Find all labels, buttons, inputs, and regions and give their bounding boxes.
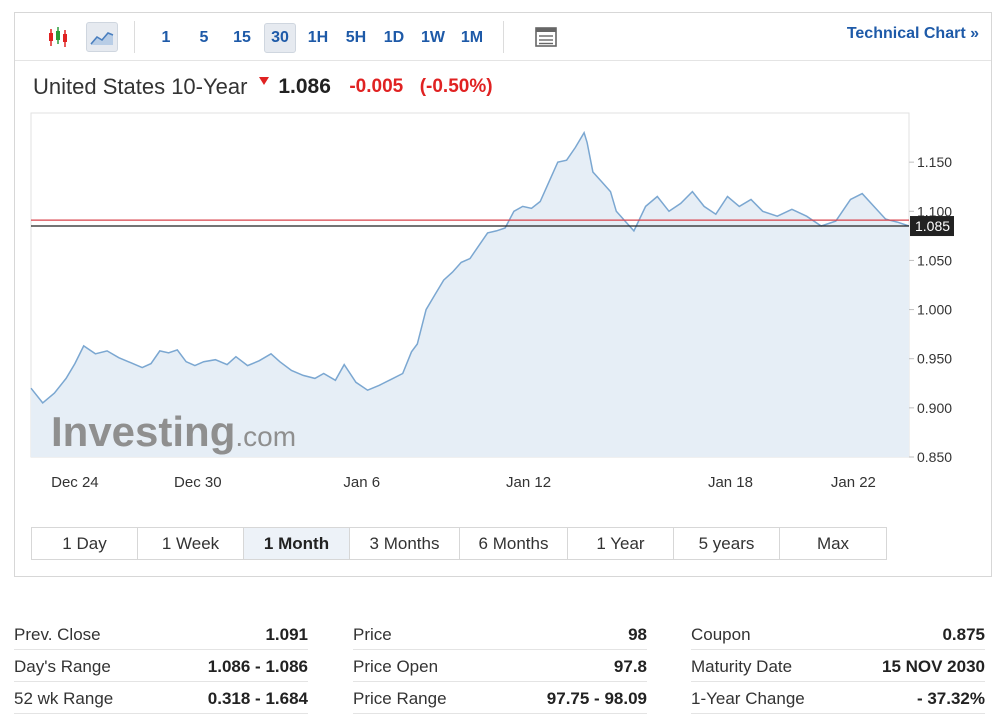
x-tick-label: Jan 22: [831, 474, 876, 491]
watermark-suffix: .com: [235, 421, 296, 452]
stats-column-3: Coupon 0.875 Maturity Date 15 NOV 2030 1-Yea…: [691, 618, 985, 714]
x-tick-label: Jan 12: [506, 474, 551, 491]
stats-column-1: Prev. Close 1.091 Day's Range 1.086 - 1.086…: [14, 618, 308, 714]
y-tick-label: 0.900: [917, 400, 952, 416]
range-button-1-week[interactable]: 1 Week: [138, 528, 244, 559]
range-button-max[interactable]: Max: [780, 528, 886, 559]
stat-value: 15 NOV 2030: [881, 657, 985, 676]
time-range-selector: 1 Day 1 Week 1 Month 3 Months 6 Months 1 Year…: [31, 527, 887, 560]
stat-row: 52 wk Range 0.318 - 1.684: [14, 682, 308, 714]
stat-row: Day's Range 1.086 - 1.086: [14, 650, 308, 682]
stat-row: Maturity Date 15 NOV 2030: [691, 650, 985, 682]
y-tick-label: 1.150: [917, 154, 952, 170]
stat-label: Maturity Date: [691, 657, 793, 676]
stat-label: Prev. Close: [14, 625, 101, 644]
stat-row: Price 98: [353, 618, 647, 650]
range-button-1-year[interactable]: 1 Year: [568, 528, 674, 559]
price-chart[interactable]: Investing.com 0.850 0.900 0.950 1.000 1.050 1…: [15, 13, 991, 513]
stat-row: Price Open 97.8: [353, 650, 647, 682]
stat-value: 97.75 - 98.09: [546, 689, 647, 708]
stat-label: 1-Year Change: [691, 689, 805, 708]
range-button-1-month[interactable]: 1 Month: [244, 528, 350, 559]
stat-value: 97.8: [613, 657, 647, 676]
stat-row: 1-Year Change - 37.32%: [691, 682, 985, 714]
x-tick-label: Jan 6: [343, 474, 380, 491]
stat-value: 0.318 - 1.684: [207, 689, 308, 708]
stat-value: 1.091: [265, 625, 308, 644]
stat-label: Price: [353, 625, 392, 644]
chart-widget: 1 5 15 30 1H 5H 1D 1W 1M Technical Chart…: [14, 12, 992, 577]
stat-value: 0.875: [942, 625, 985, 644]
stat-label: Coupon: [691, 625, 751, 644]
range-button-1-day[interactable]: 1 Day: [32, 528, 138, 559]
stat-value: 1.086 - 1.086: [207, 657, 308, 676]
stat-label: Price Open: [353, 657, 439, 676]
stat-label: 52 wk Range: [14, 689, 114, 708]
stat-row: Price Range 97.75 - 98.09: [353, 682, 647, 714]
y-tick-label: 1.050: [917, 252, 952, 268]
x-tick-label: Jan 18: [708, 474, 753, 491]
range-button-5-years[interactable]: 5 years: [674, 528, 780, 559]
stat-value: - 37.32%: [916, 689, 985, 708]
range-button-3-months[interactable]: 3 Months: [350, 528, 460, 559]
stat-label: Day's Range: [14, 657, 111, 676]
y-tick-label: 1.000: [917, 302, 952, 318]
stat-label: Price Range: [353, 689, 447, 708]
y-tick-label: 0.850: [917, 449, 952, 465]
x-tick-label: Dec 30: [174, 474, 222, 491]
y-tick-label: 0.950: [917, 351, 952, 367]
range-button-6-months[interactable]: 6 Months: [460, 528, 568, 559]
stat-value: 98: [628, 625, 647, 644]
x-tick-label: Dec 24: [51, 474, 99, 491]
stat-row: Coupon 0.875: [691, 618, 985, 650]
watermark-brand: Investing: [51, 408, 235, 455]
stats-column-2: Price 98 Price Open 97.8 Price Range 97.75 - …: [353, 618, 647, 714]
current-price-tag-label: 1.085: [915, 218, 950, 234]
stat-row: Prev. Close 1.091: [14, 618, 308, 650]
